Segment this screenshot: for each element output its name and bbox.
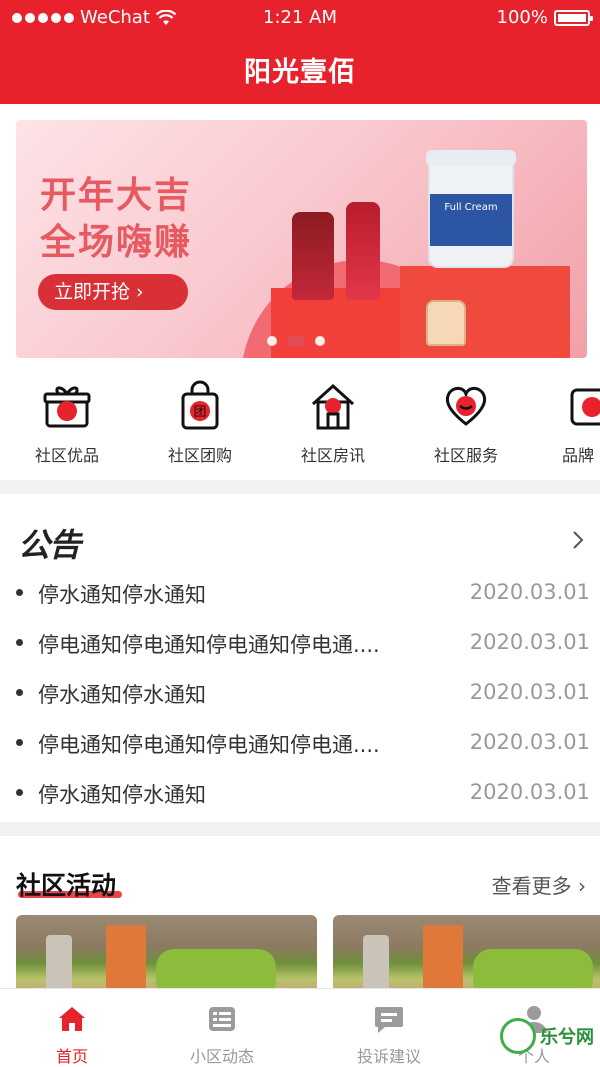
notice-date: 2020.03.01	[469, 580, 590, 604]
section-separator	[0, 480, 600, 494]
status-right: 100%	[496, 7, 593, 28]
notice-item[interactable]: 停电通知停电通知停电通知停电通.... 2020.03.01	[0, 618, 600, 668]
serum-bottle-image-2	[346, 202, 380, 300]
notice-text: 停水通知停水通知	[38, 583, 206, 607]
notice-date: 2020.03.01	[469, 630, 590, 654]
bullet-icon	[16, 639, 23, 646]
watermark-text: 乐兮网	[540, 1027, 594, 1048]
chevron-right-icon: ›	[571, 874, 586, 898]
pager-dot-1[interactable]	[267, 336, 277, 346]
activities-title: 社区活动	[16, 871, 117, 900]
notice-text: 停电通知停电通知停电通知停电通....	[38, 633, 380, 657]
category-item-tuangou[interactable]: 团 社区团购	[145, 380, 255, 466]
milk-powder-can-image: Full Cream	[426, 150, 516, 268]
tab-label: 首页	[55, 1047, 88, 1066]
bullet-icon	[16, 789, 23, 796]
banner-cta-label: 立即开抢	[54, 281, 131, 303]
category-label: 社区优品	[34, 446, 99, 465]
svg-text:团: 团	[193, 405, 206, 420]
serum-bottle-image	[292, 212, 334, 300]
notice-text: 停水通知停水通知	[38, 783, 206, 807]
notice-item[interactable]: 停水通知停水通知 2020.03.01	[0, 768, 600, 818]
notice-text: 停水通知停水通知	[38, 683, 206, 707]
chevron-right-icon: ›	[130, 281, 144, 303]
bullet-icon	[16, 589, 23, 596]
pager-dot-2[interactable]	[287, 336, 305, 346]
category-label: 社区服务	[433, 446, 498, 465]
milk-can-label: Full Cream	[430, 194, 512, 246]
tab-complaints[interactable]: 投诉建议	[329, 1003, 449, 1067]
page-title: 阳光壹佰	[244, 57, 356, 88]
tab-label: 投诉建议	[356, 1047, 421, 1066]
banner-pager[interactable]	[267, 336, 325, 346]
home-icon	[59, 1007, 85, 1031]
notice-logo-main: 公	[18, 526, 50, 564]
activity-card[interactable]	[333, 915, 600, 995]
section-separator	[0, 822, 600, 836]
notice-date: 2020.03.01	[469, 680, 590, 704]
activities-more-link[interactable]: 查看更多 ›	[492, 870, 586, 899]
battery-percent: 100%	[496, 7, 548, 28]
category-item-fuwu[interactable]: 社区服务	[411, 380, 521, 466]
watermark-logo-icon	[500, 1018, 536, 1054]
brand-icon	[570, 388, 600, 426]
promo-banner[interactable]: Full Cream 开年大吉 全场嗨赚 立即开抢 ›	[16, 120, 587, 358]
site-watermark: 乐兮网	[500, 1018, 594, 1054]
tab-label: 小区动态	[189, 1047, 254, 1066]
category-shortcuts: 社区优品 团 社区团购 社区房讯 社区服务 品牌	[0, 370, 600, 478]
banner-cta-button[interactable]: 立即开抢 ›	[38, 274, 188, 310]
notice-item[interactable]: 停电通知停电通知停电通知停电通.... 2020.03.01	[0, 718, 600, 768]
category-label: 社区团购	[167, 446, 232, 465]
message-icon	[375, 1007, 403, 1033]
notice-text: 停电通知停电通知停电通知停电通....	[38, 733, 380, 757]
activity-card[interactable]	[16, 915, 317, 995]
category-item-youpin[interactable]: 社区优品	[12, 380, 122, 466]
shopping-bag-icon: 团	[181, 380, 219, 430]
chevron-right-icon[interactable]	[568, 528, 588, 552]
tab-home[interactable]: 首页	[12, 1003, 132, 1067]
pager-dot-3[interactable]	[315, 336, 325, 346]
notice-item[interactable]: 停水通知停水通知 2020.03.01	[0, 568, 600, 618]
category-label: 品牌	[562, 446, 595, 465]
perfume-bottle-image	[426, 300, 466, 346]
notice-list: 停水通知停水通知 2020.03.01 停电通知停电通知停电通知停电通.... …	[0, 568, 600, 818]
gift-icon	[43, 386, 91, 428]
notice-item[interactable]: 停水通知停水通知 2020.03.01	[0, 668, 600, 718]
bullet-icon	[16, 689, 23, 696]
heart-service-icon	[445, 386, 487, 426]
status-bar: WeChat 1:21 AM 100%	[0, 0, 600, 36]
tab-community-news[interactable]: 小区动态	[162, 1003, 282, 1067]
house-icon	[311, 383, 355, 430]
battery-icon	[554, 9, 593, 26]
banner-slogan: 开年大吉 全场嗨赚	[40, 172, 192, 266]
banner-slogan-line1: 开年大吉	[40, 175, 193, 216]
notice-date: 2020.03.01	[469, 730, 590, 754]
banner-slogan-line2: 全场嗨赚	[40, 222, 193, 263]
category-item-pinpai[interactable]: 品牌	[544, 380, 600, 466]
news-icon	[209, 1007, 235, 1031]
notice-logo-accent: 告	[49, 526, 81, 564]
bullet-icon	[16, 739, 23, 746]
activities-more-label: 查看更多	[491, 874, 572, 898]
category-label: 社区房讯	[300, 446, 365, 465]
category-item-fangxun[interactable]: 社区房讯	[278, 380, 388, 466]
notice-date: 2020.03.01	[469, 780, 590, 804]
app-header: WeChat 1:21 AM 100% 阳光壹佰	[0, 0, 600, 104]
notice-logo: 公告	[18, 520, 81, 566]
